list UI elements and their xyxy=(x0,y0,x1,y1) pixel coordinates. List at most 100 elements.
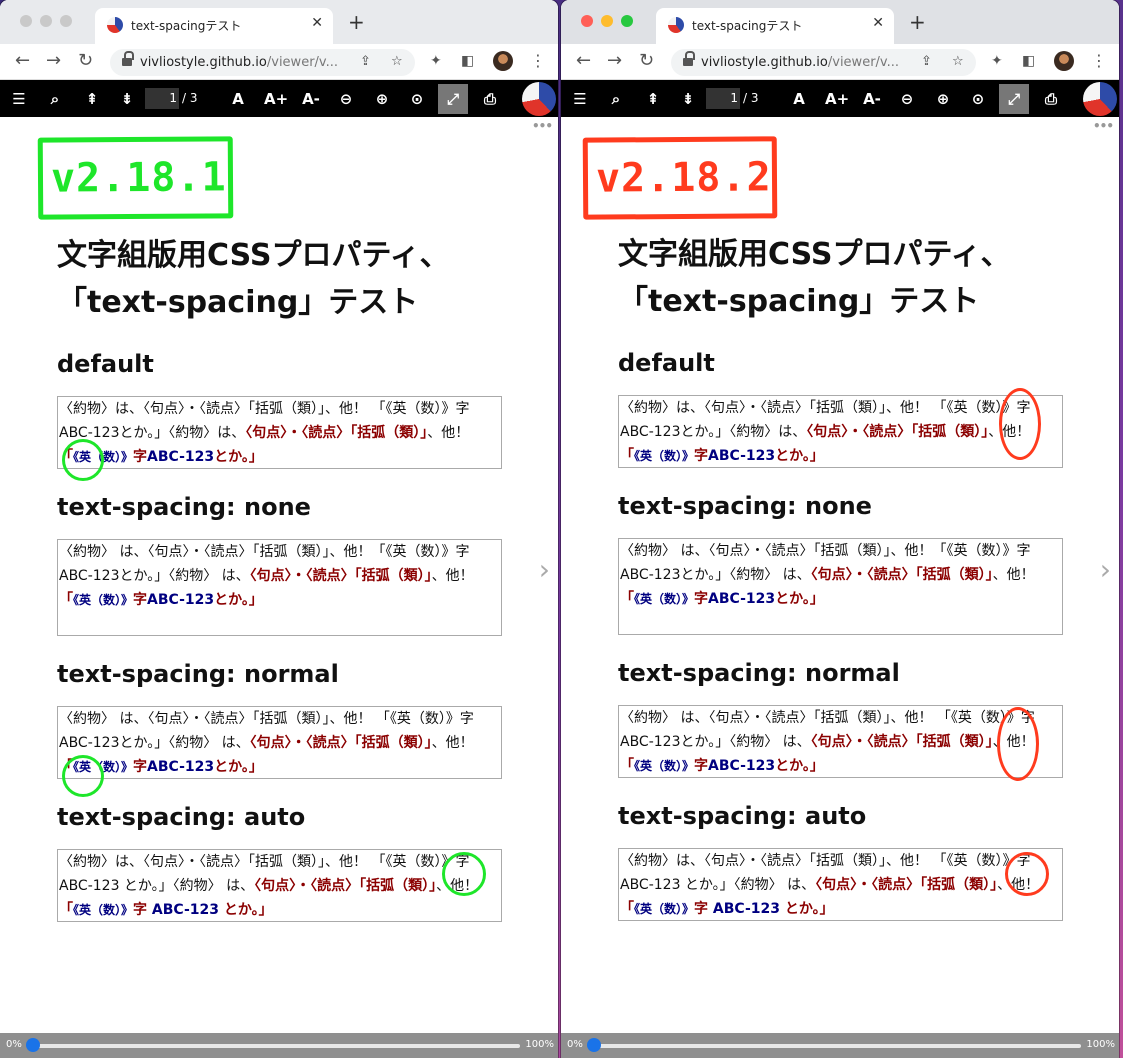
profile-avatar[interactable] xyxy=(493,51,513,71)
doc-title-line2: 「text-spacing」テスト xyxy=(618,284,980,319)
toc-icon[interactable]: ☰ xyxy=(569,88,591,110)
highlight-circle xyxy=(999,388,1041,460)
page-number-field[interactable]: 1 / 3 xyxy=(145,88,205,109)
font-decrease-icon[interactable]: A- xyxy=(861,88,883,110)
browser-menu-icon[interactable]: ⋮ xyxy=(1091,51,1107,70)
page-scrubber: 0% 100% xyxy=(561,1033,1119,1058)
scrubber-track[interactable] xyxy=(591,1044,1081,1048)
viewer-toolbar: ☰ ⌕ ⇞ ⇟ 1 / 3 A A+ A- ⊖ ⊕ ⊙ ⤢ ⎙ xyxy=(561,80,1119,117)
doc-title-line2: 「text-spacing」テスト xyxy=(57,285,419,320)
print-icon[interactable]: ⎙ xyxy=(479,88,501,110)
close-window-button[interactable] xyxy=(581,15,593,27)
sample-text-box: 〈約物〉 は、〈句点〉・〈読点〉「括弧（類）」、他！「《英（数）》字ABC-12… xyxy=(618,538,1063,635)
next-page-arrow-icon[interactable]: › xyxy=(539,553,550,586)
profile-avatar[interactable] xyxy=(1054,51,1074,71)
bookmark-star-icon[interactable]: ☆ xyxy=(391,54,403,69)
next-page-arrow-icon[interactable]: › xyxy=(1100,553,1111,586)
vivliostyle-logo[interactable] xyxy=(1083,82,1117,116)
sample-text-box: 〈約物〉は、〈句点〉・〈読点〉「括弧（類）」、他！ 「《英（数）》字 ABC-1… xyxy=(57,849,502,922)
font-reset-icon[interactable]: A xyxy=(788,88,810,110)
browser-tab[interactable]: text-spacingテスト ✕ xyxy=(95,8,333,44)
next-page-icon[interactable]: ⇟ xyxy=(116,88,138,110)
print-icon[interactable]: ⎙ xyxy=(1040,88,1062,110)
zoom-in-icon[interactable]: ⊕ xyxy=(932,88,954,110)
forward-icon[interactable]: → xyxy=(46,50,61,71)
share-icon[interactable]: ⇪ xyxy=(360,54,371,69)
tab-close-icon[interactable]: ✕ xyxy=(311,15,323,31)
browser-window-right: text-spacingテスト ✕ + ← → ↻ vivliostyle.gi… xyxy=(561,0,1119,1058)
font-decrease-icon[interactable]: A- xyxy=(300,88,322,110)
section-heading: text-spacing: none xyxy=(57,493,311,521)
scrubber-handle[interactable] xyxy=(26,1038,40,1052)
highlight-circle xyxy=(62,755,104,797)
side-panel-icon[interactable]: ◧ xyxy=(461,53,474,69)
viewer-toolbar: ☰ ⌕ ⇞ ⇟ 1 / 3 A A+ A- ⊖ ⊕ ⊙ ⤢ ⎙ xyxy=(0,80,558,117)
sample-emphasis-quote: 「《英（数）》字ABC-123とか。」 xyxy=(59,592,263,608)
extensions-icon[interactable]: ✦ xyxy=(430,53,442,69)
more-options-icon[interactable]: ••• xyxy=(1093,119,1114,133)
sample-text-box: 〈約物〉は、〈句点〉・〈読点〉「括弧（類）」、他！ 「《英（数）》字 ABC-1… xyxy=(618,848,1063,921)
new-tab-button[interactable]: + xyxy=(348,12,365,32)
doc-title: 文字組版用CSSプロパティ、 「text-spacing」テスト xyxy=(618,231,1063,325)
first-page-icon[interactable]: ⇞ xyxy=(642,88,664,110)
sample-emphasis-quote: 「《英（数）》字 ABC-123 とか。」 xyxy=(59,902,273,918)
page-total: / 3 xyxy=(743,91,759,105)
window-controls xyxy=(581,15,633,27)
minimize-window-button[interactable] xyxy=(601,15,613,27)
url-input[interactable]: vivliostyle.github.io/viewer/v... ⇪ ☆ xyxy=(110,49,415,76)
forward-icon[interactable]: → xyxy=(607,50,622,71)
zoom-window-button[interactable] xyxy=(60,15,72,27)
reload-icon[interactable]: ↻ xyxy=(78,50,93,71)
url-input[interactable]: vivliostyle.github.io/viewer/v... ⇪ ☆ xyxy=(671,49,976,76)
page-number-field[interactable]: 1 / 3 xyxy=(706,88,766,109)
vivliostyle-favicon-icon xyxy=(668,17,684,33)
document-viewport: ••• › v2.18.1 文字組版用CSSプロパティ、 「text-spaci… xyxy=(0,117,558,1033)
next-page-icon[interactable]: ⇟ xyxy=(677,88,699,110)
zoom-fit-icon[interactable]: ⊙ xyxy=(967,88,989,110)
scrubber-start-label: 0% xyxy=(567,1039,583,1050)
section-heading: text-spacing: normal xyxy=(618,659,900,687)
page-number-input[interactable]: 1 xyxy=(706,88,740,109)
search-icon[interactable]: ⌕ xyxy=(44,88,66,110)
search-icon[interactable]: ⌕ xyxy=(605,88,627,110)
scrubber-handle[interactable] xyxy=(587,1038,601,1052)
sample-emphasis: 〈句点〉・〈読点〉「括弧（類）」 xyxy=(249,568,432,584)
section-heading: text-spacing: normal xyxy=(57,660,339,688)
extensions-icon[interactable]: ✦ xyxy=(991,53,1003,69)
back-icon[interactable]: ← xyxy=(15,50,30,71)
first-page-icon[interactable]: ⇞ xyxy=(81,88,103,110)
scrubber-track[interactable] xyxy=(30,1044,520,1048)
browser-menu-icon[interactable]: ⋮ xyxy=(530,51,546,70)
back-icon[interactable]: ← xyxy=(576,50,591,71)
close-window-button[interactable] xyxy=(20,15,32,27)
new-tab-button[interactable]: + xyxy=(909,12,926,32)
highlight-circle xyxy=(442,852,486,896)
page-number-input[interactable]: 1 xyxy=(145,88,179,109)
minimize-window-button[interactable] xyxy=(40,15,52,27)
sample-emphasis: 〈句点〉・〈読点〉「括弧（類）」 xyxy=(810,567,993,583)
tab-close-icon[interactable]: ✕ xyxy=(872,15,884,31)
font-increase-icon[interactable]: A+ xyxy=(825,88,849,110)
zoom-in-icon[interactable]: ⊕ xyxy=(371,88,393,110)
sample-emphasis-quote: 「《英（数）》字ABC-123とか。」 xyxy=(620,591,824,607)
fullscreen-icon[interactable]: ⤢ xyxy=(999,84,1029,114)
font-increase-icon[interactable]: A+ xyxy=(264,88,288,110)
doc-title-line1: 文字組版用CSSプロパティ、 xyxy=(57,238,450,273)
browser-tab[interactable]: text-spacingテスト ✕ xyxy=(656,8,894,44)
vivliostyle-logo[interactable] xyxy=(522,82,556,116)
zoom-out-icon[interactable]: ⊖ xyxy=(335,88,357,110)
share-icon[interactable]: ⇪ xyxy=(921,54,932,69)
toc-icon[interactable]: ☰ xyxy=(8,88,30,110)
sample-text-box: 〈約物〉 は、〈句点〉・〈読点〉「括弧（類）」、他！ 「《英（数）》字ABC-1… xyxy=(57,706,502,779)
font-reset-icon[interactable]: A xyxy=(227,88,249,110)
sample-emphasis-quote: 「《英（数）》字ABC-123とか。」 xyxy=(620,448,824,464)
bookmark-star-icon[interactable]: ☆ xyxy=(952,54,964,69)
reload-icon[interactable]: ↻ xyxy=(639,50,654,71)
zoom-fit-icon[interactable]: ⊙ xyxy=(406,88,428,110)
fullscreen-icon[interactable]: ⤢ xyxy=(438,84,468,114)
more-options-icon[interactable]: ••• xyxy=(532,119,553,133)
zoom-window-button[interactable] xyxy=(621,15,633,27)
zoom-out-icon[interactable]: ⊖ xyxy=(896,88,918,110)
doc-title-line1: 文字組版用CSSプロパティ、 xyxy=(618,237,1011,272)
side-panel-icon[interactable]: ◧ xyxy=(1022,53,1035,69)
